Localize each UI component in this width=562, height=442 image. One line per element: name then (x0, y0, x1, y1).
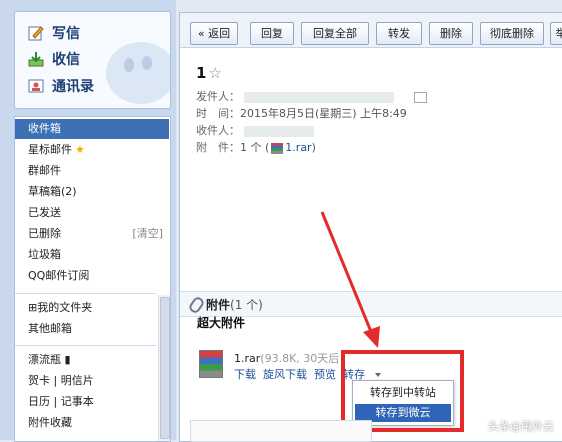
quick-reply-bar[interactable] (190, 420, 372, 442)
watermark: 头条@甩外云 (488, 420, 554, 433)
red-arrow-annotation (320, 211, 380, 348)
